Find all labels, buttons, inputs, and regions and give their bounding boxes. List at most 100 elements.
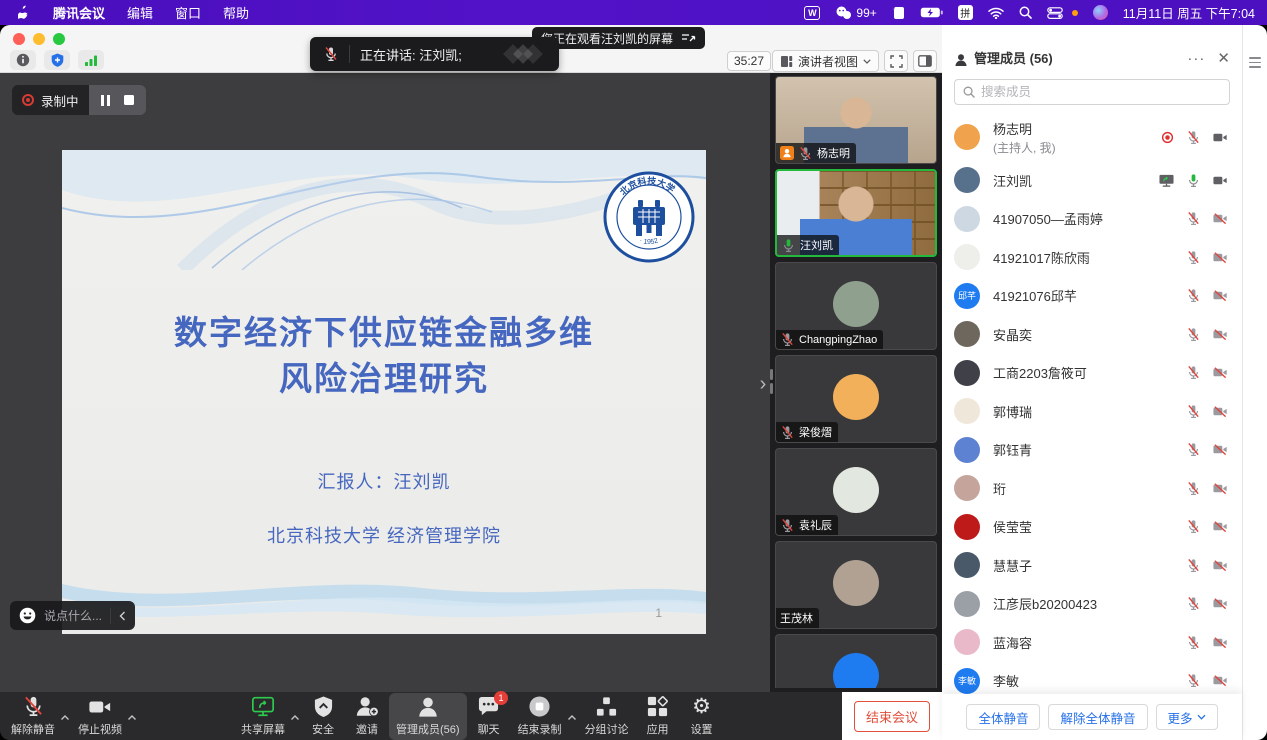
video-tile[interactable]: 梁俊熠 bbox=[775, 355, 937, 443]
member-row[interactable]: 蓝海容 bbox=[942, 623, 1242, 662]
toolbar-mic-button[interactable]: 解除静音 bbox=[4, 693, 62, 740]
toolbar-share-button[interactable]: 共享屏幕 bbox=[234, 693, 292, 740]
member-row[interactable]: 郭钰青 bbox=[942, 431, 1242, 470]
emoji-icon[interactable] bbox=[19, 607, 36, 624]
pause-recording-button[interactable] bbox=[101, 95, 110, 106]
menubar-datetime[interactable]: 11月11日 周五 下午7:04 bbox=[1123, 3, 1255, 22]
window-titlebar: 您正在观看汪刘凯的屏幕 正在讲话: 汪刘凯; 35:27 演讲者视图 bbox=[0, 25, 942, 73]
participant-avatar bbox=[833, 560, 879, 606]
battery-icon[interactable] bbox=[920, 7, 943, 18]
video-tile[interactable]: ChangpingZhao bbox=[775, 262, 937, 350]
toolbar-gear-button[interactable]: ⚙ 设置 bbox=[680, 693, 724, 740]
camera-off-icon bbox=[1212, 327, 1228, 342]
input-method-icon[interactable]: 拼 bbox=[958, 5, 973, 20]
participant-name: 汪刘凯 bbox=[800, 237, 833, 253]
member-role: (主持人, 我) bbox=[993, 139, 1147, 156]
wifi-icon[interactable] bbox=[988, 7, 1004, 19]
toolbar-item-label: 管理成员(56) bbox=[396, 721, 460, 737]
menu-window[interactable]: 窗口 bbox=[175, 3, 201, 22]
menu-help[interactable]: 帮助 bbox=[223, 3, 249, 22]
quick-chat-bubble[interactable]: 说点什么... bbox=[10, 601, 135, 630]
menu-app[interactable]: 腾讯会议 bbox=[53, 3, 105, 22]
participant-label: 杨志明 bbox=[776, 143, 856, 163]
stop-video-icon bbox=[88, 696, 112, 718]
view-mode-dropdown[interactable]: 演讲者视图 bbox=[772, 50, 879, 72]
member-avatar: 李敏 bbox=[954, 668, 980, 694]
participant-avatar bbox=[833, 467, 879, 513]
video-tile[interactable]: 汪刘凯 bbox=[775, 169, 937, 257]
collapse-panel-icon[interactable] bbox=[1249, 57, 1261, 68]
panel-more-button[interactable]: ··· bbox=[1187, 50, 1205, 67]
expand-strip-chevron[interactable]: › bbox=[756, 373, 770, 396]
caret-up-icon bbox=[60, 714, 70, 721]
member-row[interactable]: 侯莹莹 bbox=[942, 508, 1242, 547]
camera-off-icon bbox=[1212, 481, 1228, 496]
slide-title: 数字经济下供应链金融多维 风险治理研究 bbox=[62, 310, 706, 402]
banner-action-icon[interactable] bbox=[681, 32, 696, 44]
expand-caret[interactable] bbox=[127, 706, 137, 726]
toolbar-stoprec-button[interactable]: 结束录制 bbox=[511, 693, 569, 740]
toolbar-invite-button[interactable]: 邀请 bbox=[345, 693, 389, 740]
toolbar-chat-button[interactable]: 1 聊天 bbox=[467, 693, 511, 740]
participant-name: 杨志明 bbox=[817, 145, 850, 161]
minimize-window-button[interactable] bbox=[33, 33, 45, 45]
expand-caret[interactable] bbox=[290, 706, 300, 726]
member-search-box[interactable] bbox=[954, 79, 1230, 105]
member-row[interactable]: 41907050—孟雨婷 bbox=[942, 200, 1242, 239]
wechat-icon[interactable]: 99+ bbox=[835, 6, 876, 20]
member-row[interactable]: 珩 bbox=[942, 469, 1242, 508]
panel-close-button[interactable]: ✕ bbox=[1217, 49, 1230, 67]
expand-caret[interactable] bbox=[60, 706, 70, 726]
member-row[interactable]: 江彦辰b20200423 bbox=[942, 585, 1242, 624]
control-center-icon[interactable] bbox=[1047, 7, 1063, 19]
collapse-chevron-icon[interactable] bbox=[119, 611, 126, 621]
toolbar-breakout-button[interactable]: 分组讨论 bbox=[578, 693, 636, 740]
member-row[interactable]: 安晶奕 bbox=[942, 315, 1242, 354]
camera-off-icon bbox=[1212, 404, 1228, 419]
toolbar-member-button[interactable]: 管理成员(56) bbox=[389, 693, 467, 740]
spotlight-search-icon[interactable] bbox=[1019, 6, 1032, 19]
meeting-info-button[interactable] bbox=[10, 50, 36, 70]
apple-menu-icon[interactable] bbox=[18, 5, 31, 20]
toolbar-shield-button[interactable]: 安全 bbox=[301, 693, 345, 740]
wps-icon[interactable]: W bbox=[804, 6, 820, 20]
video-tile[interactable]: 袁礼辰 bbox=[775, 448, 937, 536]
fullscreen-button[interactable] bbox=[884, 50, 908, 72]
member-row[interactable]: 邱芊 41921076邱芊 bbox=[942, 277, 1242, 316]
expand-caret[interactable] bbox=[567, 706, 577, 726]
toolbar-cam-button[interactable]: 停止视频 bbox=[71, 693, 129, 740]
siri-icon[interactable] bbox=[1093, 5, 1108, 20]
menu-edit[interactable]: 编辑 bbox=[127, 3, 153, 22]
close-window-button[interactable] bbox=[13, 33, 25, 45]
security-status-button[interactable] bbox=[44, 50, 70, 70]
member-row[interactable]: 慧慧子 bbox=[942, 546, 1242, 585]
footer-button[interactable]: 全体静音 bbox=[966, 704, 1040, 730]
stop-recording-button[interactable] bbox=[124, 95, 134, 105]
member-name: 郭钰青 bbox=[993, 440, 1173, 459]
video-tile[interactable]: 杨志明 bbox=[775, 76, 937, 164]
more-button[interactable]: 更多 bbox=[1156, 704, 1218, 730]
member-row[interactable]: 41921017陈欣雨 bbox=[942, 238, 1242, 277]
member-row[interactable]: 郭博瑞 bbox=[942, 392, 1242, 431]
member-row[interactable]: 汪刘凯 bbox=[942, 161, 1242, 200]
apps-icon bbox=[646, 695, 669, 718]
member-search-input[interactable] bbox=[981, 85, 1221, 99]
side-panel-toggle-button[interactable] bbox=[913, 50, 937, 72]
end-meeting-button[interactable]: 结束会议 bbox=[854, 701, 930, 732]
footer-button[interactable]: 解除全体静音 bbox=[1048, 704, 1147, 730]
traffic-lights bbox=[13, 33, 65, 45]
zoom-window-button[interactable] bbox=[53, 33, 65, 45]
member-row[interactable]: 工商2203詹筱可 bbox=[942, 354, 1242, 393]
network-quality-button[interactable] bbox=[78, 50, 104, 70]
member-row[interactable]: 杨志明 (主持人, 我) bbox=[942, 113, 1242, 161]
video-tile[interactable] bbox=[775, 634, 937, 688]
toolbar-apps-button[interactable]: 应用 bbox=[636, 693, 680, 740]
member-avatar bbox=[954, 206, 980, 232]
camera-off-icon bbox=[1212, 288, 1228, 303]
video-tile[interactable]: 王茂林 bbox=[775, 541, 937, 629]
evernote-icon[interactable] bbox=[892, 6, 905, 20]
members-panel-footer: 全体静音解除全体静音更多 bbox=[942, 694, 1242, 740]
member-row[interactable]: 李敏 李敏 bbox=[942, 662, 1242, 695]
chat-input-hint[interactable]: 说点什么... bbox=[44, 607, 102, 624]
strip-drag-handle[interactable] bbox=[770, 369, 773, 395]
